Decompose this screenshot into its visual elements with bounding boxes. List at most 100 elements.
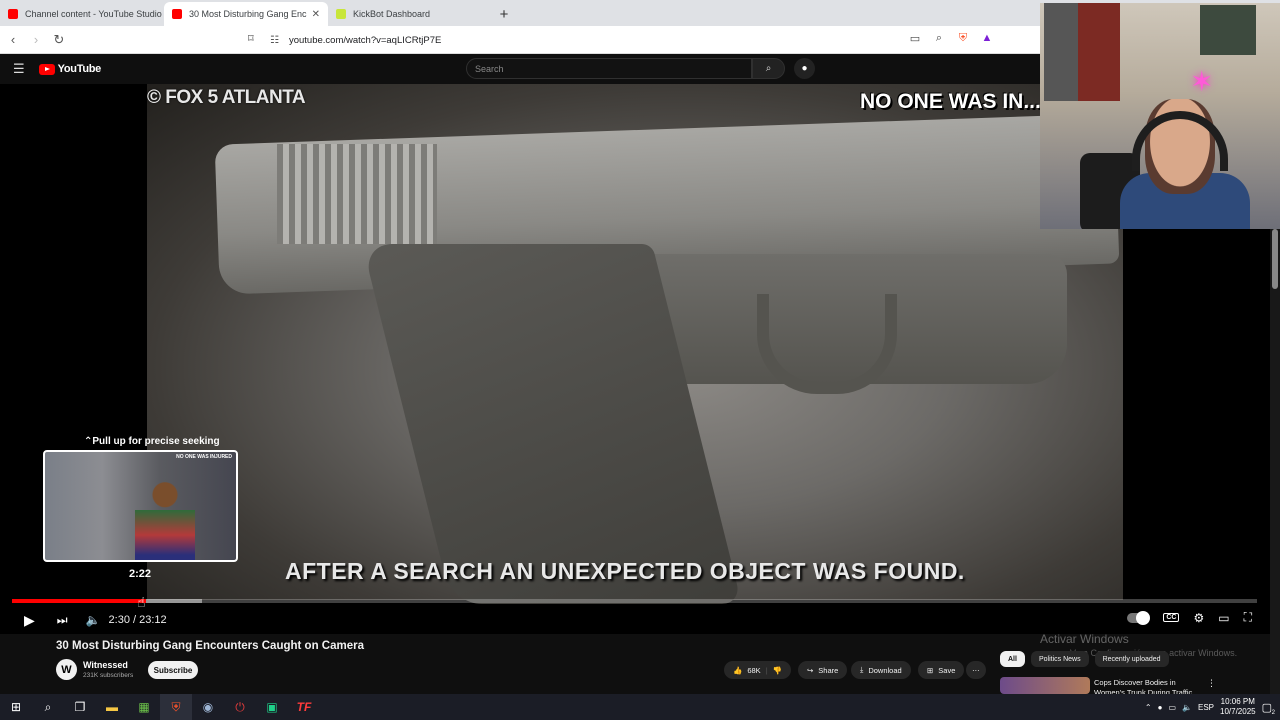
notification-count: 2 (1271, 709, 1275, 716)
tab-kickbot[interactable]: KickBot Dashboard (328, 2, 492, 26)
app-tf-icon[interactable]: TF (288, 694, 320, 720)
youtube-favicon-icon (8, 9, 18, 19)
notifications-icon[interactable]: ▢ 2 (1262, 701, 1275, 716)
thumbs-up-icon: 👍 (733, 665, 743, 675)
network-icon[interactable]: ▭ (1168, 703, 1176, 712)
site-info-icon[interactable]: ☷ (270, 35, 279, 46)
brave-rewards-icon[interactable]: ▲ (980, 31, 994, 45)
system-tray: ⌃ ● ▭ 🔈 ESP 10:06 PM 10/7/2025 ▢ 2 (1145, 694, 1275, 720)
seek-hint-text: Pull up for precise seeking (92, 436, 220, 447)
channel-name[interactable]: Witnessed (83, 660, 128, 670)
windows-start-icon[interactable]: ⊞ (0, 694, 32, 720)
brave-browser-icon[interactable]: ⛨ (160, 694, 192, 720)
chip-politics-news[interactable]: Politics News (1030, 651, 1089, 667)
address-bar-row: ‹ › ↻ ⌑ ☷ youtube.com/watch?v=aqLICRtjP7… (0, 26, 1040, 54)
search-button[interactable]: ⌕ (752, 58, 785, 79)
menu-icon[interactable]: ☰ (13, 61, 25, 77)
logo-text: YouTube (57, 63, 102, 75)
seek-preview-time: 2:22 (129, 568, 152, 580)
youtube-play-icon (38, 63, 55, 75)
app-red-icon[interactable]: ⏻ (224, 694, 256, 720)
chip-recently-uploaded[interactable]: Recently uploaded (1094, 651, 1169, 667)
voice-search-button[interactable]: ● (794, 58, 815, 79)
seek-hint: ⌃Pull up for precise seeking (84, 436, 220, 447)
microphone-icon[interactable]: ● (1158, 703, 1163, 712)
task-view-icon[interactable]: ❐ (64, 694, 96, 720)
recommended-more-icon[interactable]: ⋮ (1207, 678, 1216, 689)
thumbs-down-icon[interactable]: 👎 (773, 666, 782, 675)
video-title: 30 Most Disturbing Gang Encounters Caugh… (56, 640, 364, 652)
captions-icon[interactable]: CC (1163, 613, 1180, 622)
download-icon: ⤓ (860, 665, 864, 674)
play-icon[interactable]: ▶ (24, 612, 35, 629)
youtube-logo[interactable]: YouTube (38, 63, 102, 75)
volume-icon[interactable]: 🔈 (1182, 703, 1192, 712)
new-tab-button[interactable]: + (492, 2, 516, 26)
share-label: Share (818, 665, 839, 675)
steam-icon[interactable]: ◉ (192, 694, 224, 720)
cam-wall-poster (1200, 5, 1256, 55)
forward-icon[interactable]: › (26, 32, 46, 47)
video-top-caption: NO ONE WAS IN... (860, 90, 1041, 113)
tab-youtube-video[interactable]: 30 Most Disturbing Gang Enc ✕ (164, 2, 328, 26)
channel-avatar[interactable]: W (56, 659, 77, 680)
page-scrollbar[interactable] (1270, 229, 1280, 694)
volume-icon[interactable]: 🔈 (86, 613, 101, 627)
back-icon[interactable]: ‹ (3, 32, 23, 47)
windows-taskbar: ⊞ ⌕ ❐ ▬ ▦ ⛨ ◉ ⏻ ▣ TF ⌃ ● ▭ 🔈 ESP 10:06 P… (0, 694, 1280, 720)
theater-mode-icon[interactable]: ▭ (1218, 611, 1229, 625)
store-icon[interactable]: ▦ (128, 694, 160, 720)
search-icon[interactable]: ⌕ (32, 694, 64, 720)
cast-icon[interactable]: ▭ (908, 31, 922, 45)
player-controls: ▶ ⏭ 🔈 2:30 / 23:12 CC ⚙ ▭ ⛶ (0, 606, 1270, 634)
seek-preview-thumbnail: NO ONE WAS INJURED (43, 450, 238, 562)
zoom-icon[interactable]: ⌕ (932, 31, 946, 45)
file-explorer-icon[interactable]: ▬ (96, 694, 128, 720)
close-tab-icon[interactable]: ✕ (312, 9, 320, 20)
app-green-icon[interactable]: ▣ (256, 694, 288, 720)
save-button[interactable]: ⊞ Save (918, 661, 965, 679)
url-field[interactable]: ☷ youtube.com/watch?v=aqLICRtjP7E (270, 30, 990, 50)
language-indicator[interactable]: ESP (1198, 703, 1214, 712)
more-actions-button[interactable]: ⋯ (966, 661, 986, 679)
bookmark-icon[interactable]: ⌑ (248, 32, 254, 45)
preview-person (135, 480, 195, 560)
tab-title: KickBot Dashboard (353, 9, 431, 19)
chip-all[interactable]: All (1000, 651, 1025, 667)
video-frame (147, 84, 1123, 604)
divider: | (765, 665, 768, 675)
search-input[interactable]: Search (466, 58, 752, 79)
clock-time: 10:06 PM (1220, 697, 1255, 706)
cam-shelf-figures (1044, 3, 1120, 101)
activate-windows-title: Activar Windows (1040, 632, 1129, 646)
subscriber-count: 231K subscribers (83, 672, 134, 679)
clock[interactable]: 10:06 PM 10/7/2025 (1220, 697, 1256, 717)
save-label: Save (938, 665, 956, 675)
tab-youtube-studio[interactable]: Channel content - YouTube Studio (0, 2, 164, 26)
share-button[interactable]: ↪ Share (798, 661, 848, 679)
settings-icon[interactable]: ⚙ (1193, 611, 1204, 625)
recommended-thumbnail[interactable] (1000, 677, 1090, 694)
share-icon: ↪ (807, 665, 814, 675)
tab-title: 30 Most Disturbing Gang Enc (189, 9, 307, 19)
subscribe-button[interactable]: Subscribe (148, 661, 198, 679)
like-button[interactable]: 👍 68K | 👎 (724, 661, 791, 679)
video-details: 30 Most Disturbing Gang Encounters Caugh… (0, 632, 1270, 697)
video-content-trigger (757, 294, 897, 394)
cam-neon-sign: ✶ (1190, 66, 1214, 97)
fullscreen-icon[interactable]: ⛶ (1244, 610, 1252, 625)
microphone-icon: ● (801, 63, 808, 74)
download-label: Download (868, 665, 902, 675)
filter-chips: All Politics News Recently uploaded (1000, 651, 1169, 667)
next-icon[interactable]: ⏭ (57, 613, 68, 628)
reload-icon[interactable]: ↻ (49, 32, 69, 48)
chevron-up-icon[interactable]: ⌃ (1145, 703, 1152, 712)
brave-shields-icon[interactable]: ⛨ (956, 31, 970, 45)
download-button[interactable]: ⤓ Download (851, 661, 911, 679)
clock-date: 10/7/2025 (1220, 707, 1256, 716)
browser-toolbar-icons: ▭ ⌕ ⛨ ▲ (908, 31, 994, 45)
progress-bar[interactable] (12, 599, 1257, 603)
autoplay-toggle[interactable] (1127, 610, 1151, 625)
preview-caption: NO ONE WAS INJURED (176, 454, 232, 460)
scrollbar-thumb[interactable] (1272, 229, 1278, 289)
